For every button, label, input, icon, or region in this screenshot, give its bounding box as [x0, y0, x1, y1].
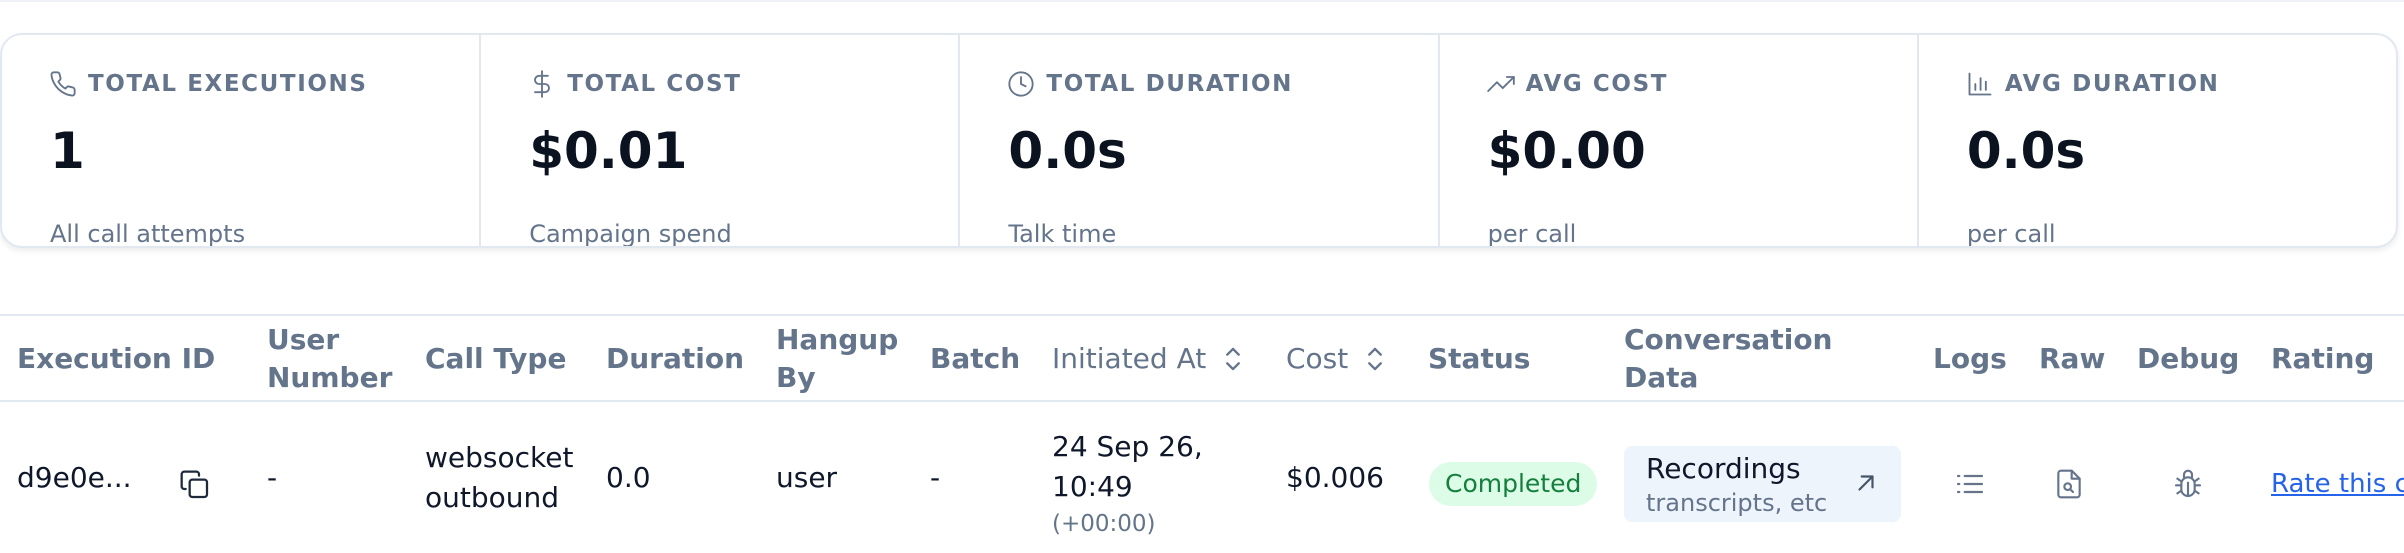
- dollar-icon: [527, 69, 557, 99]
- column-header-initiated-at[interactable]: Initiated At: [1052, 316, 1242, 402]
- column-header-execution-id: Execution ID: [17, 342, 216, 375]
- batch-cell: -: [930, 460, 941, 494]
- column-header-user-number: User Number: [267, 323, 393, 394]
- user-number-cell: -: [267, 460, 278, 494]
- bug-icon: [2174, 469, 2202, 498]
- stat-avg-duration: AVG DURATION 0.0s per call: [1919, 35, 2396, 246]
- stat-caption: per call: [1966, 220, 2056, 248]
- trending-up-icon: [1486, 69, 1516, 99]
- status-badge: Completed: [1429, 462, 1598, 506]
- clock-icon: [1006, 69, 1036, 99]
- timezone-label: (+00:00): [1052, 511, 1156, 537]
- logs-button[interactable]: [1953, 467, 1987, 501]
- column-header-label: Initiated At: [1052, 342, 1207, 375]
- column-header-conversation-data: Conversation Data: [1624, 323, 1833, 394]
- arrow-up-right-icon: [1858, 475, 1874, 491]
- stat-value: 0.0s: [1008, 122, 1127, 180]
- phone-icon: [48, 69, 78, 99]
- column-header-raw: Raw: [2039, 342, 2106, 375]
- hangup-by-cell: user: [776, 460, 838, 494]
- stat-total-duration: TOTAL DURATION 0.0s Talk time: [960, 35, 1440, 248]
- executions-dashboard: TOTAL EXECUTIONS 1 All call attempts TOT…: [0, 0, 2404, 553]
- stat-caption: per call: [1487, 220, 1577, 248]
- stat-caption: All call attempts: [50, 220, 246, 248]
- column-header-status: Status: [1428, 342, 1531, 375]
- execution-id-cell: d9e0e...: [17, 460, 132, 494]
- stat-caption: Talk time: [1008, 220, 1117, 248]
- sort-icon[interactable]: [1366, 346, 1384, 372]
- stat-label: AVG COST: [1525, 71, 1669, 97]
- column-header-hangup-by: Hangup By: [776, 323, 899, 394]
- recordings-subtitle: transcripts, etc: [1646, 489, 1828, 517]
- stats-panel: TOTAL EXECUTIONS 1 All call attempts TOT…: [0, 33, 2398, 248]
- stat-value: 0.0s: [1966, 122, 2086, 180]
- stat-avg-cost: AVG COST $0.00 per call: [1440, 35, 1919, 246]
- column-header-duration: Duration: [606, 342, 745, 375]
- initiated-at-cell: 24 Sep 26, 10:49 (+00:00): [1052, 427, 1252, 539]
- stat-value: $0.00: [1487, 122, 1646, 180]
- stat-label: TOTAL EXECUTIONS: [88, 71, 368, 97]
- duration-cell: 0.0: [606, 460, 651, 494]
- call-type-cell: websocket outbound: [425, 440, 574, 514]
- stat-label: AVG DURATION: [2004, 71, 2220, 97]
- column-header-cost[interactable]: Cost: [1286, 316, 1384, 402]
- column-header-call-type: Call Type: [425, 342, 567, 375]
- bar-chart-icon: [1965, 69, 1995, 99]
- debug-button[interactable]: [2171, 467, 2205, 501]
- column-header-batch: Batch: [930, 342, 1021, 375]
- top-divider: [0, 0, 2404, 2]
- stat-total-cost: TOTAL COST $0.01 Campaign spend: [481, 35, 961, 248]
- recordings-button[interactable]: Recordings transcripts, etc: [1624, 446, 1901, 522]
- copy-button[interactable]: [178, 468, 212, 502]
- stat-caption: Campaign spend: [529, 220, 732, 248]
- initiated-at-value: 24 Sep 26, 10:49: [1052, 430, 1203, 503]
- stat-value: 1: [50, 122, 85, 180]
- stat-label: TOTAL COST: [567, 71, 742, 97]
- stat-total-executions: TOTAL EXECUTIONS 1 All call attempts: [2, 35, 482, 248]
- copy-icon: [180, 470, 209, 499]
- column-header-rating: Rating: [2271, 342, 2375, 375]
- column-header-label: Cost: [1286, 342, 1349, 375]
- file-search-icon: [2057, 469, 2081, 499]
- cost-cell: $0.006: [1286, 460, 1384, 494]
- list-icon: [1956, 474, 1984, 494]
- recordings-title: Recordings: [1646, 452, 1801, 485]
- rate-call-link[interactable]: Rate this c: [2271, 466, 2404, 502]
- column-header-logs: Logs: [1933, 342, 2007, 375]
- sort-icon[interactable]: [1224, 346, 1242, 372]
- table-header: Execution ID User Number Call Type Durat…: [0, 314, 2404, 402]
- stat-label: TOTAL DURATION: [1046, 71, 1293, 97]
- column-header-debug: Debug: [2137, 342, 2240, 375]
- stat-value: $0.01: [529, 122, 688, 180]
- raw-button[interactable]: [2052, 467, 2086, 501]
